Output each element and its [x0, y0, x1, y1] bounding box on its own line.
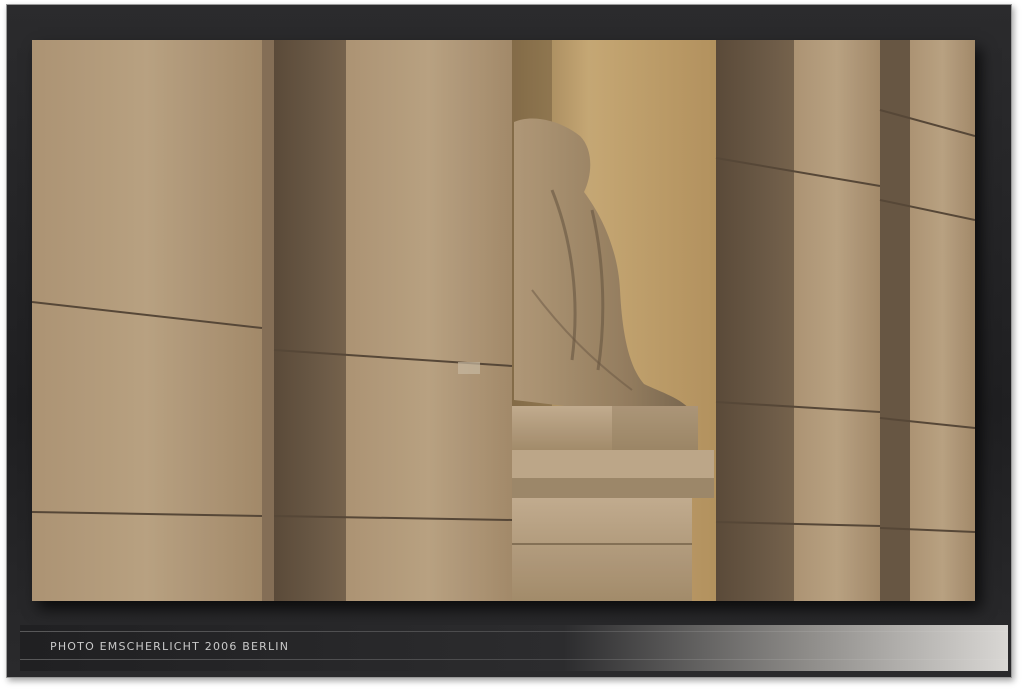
caption-divider-bottom	[20, 659, 1008, 660]
photograph	[32, 40, 975, 601]
caption-divider-top	[20, 631, 1008, 632]
photo-caption: PHOTO EMSCHERLICHT 2006 BERLIN	[50, 640, 290, 653]
